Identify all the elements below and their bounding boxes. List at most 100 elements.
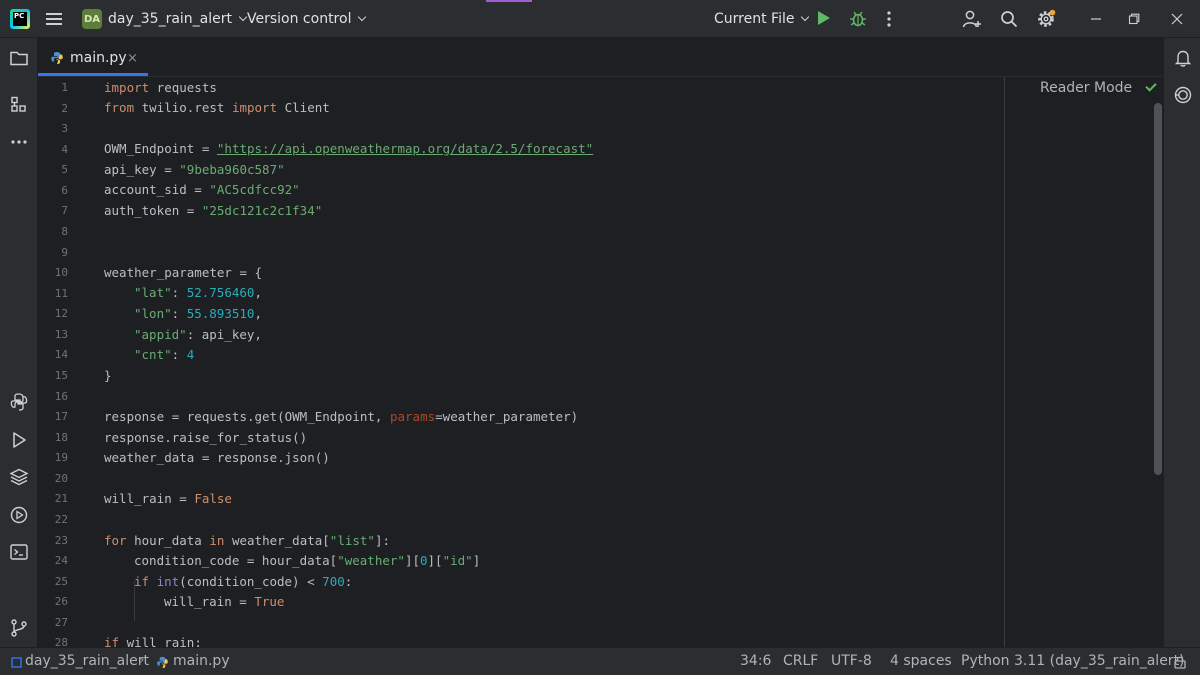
reader-mode-toggle[interactable]: Reader Mode [1040, 80, 1132, 96]
terminal-icon[interactable] [9, 542, 29, 562]
chevron-down-icon [238, 12, 248, 22]
editor-vertical-scrollbar[interactable] [1154, 103, 1162, 475]
pycharm-logo-icon[interactable]: PC [10, 9, 30, 29]
tab-label: main.py [70, 49, 127, 66]
line-number: 8 [61, 225, 68, 238]
close-icon [1171, 13, 1183, 25]
code-line: api_key = "9beba960c587" [104, 162, 285, 177]
python-file-icon [157, 656, 168, 669]
chevron-down-icon [801, 12, 810, 22]
tab-close-icon[interactable]: × [127, 51, 138, 66]
line-number-gutter: 1 2 3 4 5 6 7 8 9 10 11 12 13 14 15 16 1… [38, 77, 88, 647]
project-badge: DA [82, 9, 102, 29]
line-number: 16 [54, 390, 68, 403]
more-actions-button[interactable] [879, 9, 899, 29]
line-number: 22 [54, 513, 68, 526]
line-number: 5 [61, 163, 68, 176]
code-line: will_rain = True [164, 594, 285, 609]
restore-icon [1128, 13, 1140, 25]
python-interpreter[interactable]: Python 3.11 (day_35_rain_alert) [961, 653, 1185, 669]
code-line: OWM_Endpoint = "https://api.openweatherm… [104, 141, 594, 156]
search-button[interactable] [999, 9, 1019, 29]
code-line: response.raise_for_status() [104, 430, 308, 445]
line-number: 28 [54, 636, 68, 647]
debug-button[interactable] [848, 9, 868, 29]
code-line: response = requests.get(OWM_Endpoint, pa… [104, 409, 579, 424]
ai-assistant-icon[interactable] [1173, 85, 1193, 105]
line-number: 24 [54, 554, 68, 567]
code-line: } [104, 368, 112, 383]
line-number: 9 [61, 246, 68, 259]
hamburger-icon [46, 13, 62, 25]
right-tool-window-bar [1163, 38, 1200, 647]
title-bar: PC DA day_35_rain_alert Version control … [0, 0, 1200, 38]
close-window-button[interactable] [1167, 9, 1187, 29]
line-number: 11 [54, 287, 68, 300]
main-menu-button[interactable] [46, 0, 62, 38]
line-number: 3 [61, 122, 68, 135]
code-line: from twilio.rest import Client [104, 100, 330, 115]
run-configuration-selector[interactable]: Current File [714, 0, 810, 38]
window-accent-bar [486, 0, 532, 2]
module-icon [11, 657, 22, 668]
chevron-down-icon [358, 12, 367, 22]
run-configuration-label: Current File [714, 11, 795, 27]
line-separator[interactable]: CRLF [783, 653, 818, 669]
code-line: if will_rain: [104, 635, 202, 647]
project-selector[interactable]: day_35_rain_alert [108, 0, 248, 38]
run-icon[interactable] [818, 11, 830, 25]
line-number: 20 [54, 472, 68, 485]
services-icon[interactable] [9, 505, 29, 525]
left-tool-window-bar [0, 38, 38, 647]
caret-position[interactable]: 34:6 [740, 653, 771, 669]
version-control-label: Version control [247, 11, 352, 27]
folder-icon[interactable] [9, 48, 29, 68]
code-line: account_sid = "AC5cdfcc92" [104, 182, 300, 197]
python-console-icon[interactable] [9, 392, 29, 412]
line-number: 23 [54, 534, 68, 547]
lock-icon[interactable] [1173, 655, 1187, 669]
file-encoding[interactable]: UTF-8 [831, 653, 872, 669]
git-branch-icon[interactable] [9, 618, 29, 638]
right-margin-guide [1004, 77, 1005, 647]
line-number: 10 [54, 266, 68, 279]
line-number: 6 [61, 184, 68, 197]
code-line: import requests [104, 80, 217, 95]
more-tool-windows-icon[interactable] [9, 132, 29, 152]
active-tab-indicator [38, 73, 148, 76]
line-number: 15 [54, 369, 68, 382]
layers-icon[interactable] [9, 467, 29, 487]
structure-icon[interactable] [9, 95, 29, 115]
line-number: 27 [54, 616, 68, 629]
gear-icon [1038, 9, 1056, 27]
code-line: condition_code = hour_data["weather"][0]… [134, 553, 481, 568]
breadcrumb-project[interactable]: day_35_rain_alert [25, 653, 149, 669]
code-line: "cnt": 4 [134, 347, 195, 362]
run-tool-icon[interactable] [9, 430, 29, 450]
line-number: 17 [54, 410, 68, 423]
search-icon [1001, 11, 1018, 28]
line-number: 13 [54, 328, 68, 341]
code-line: "lat": 52.756460, [134, 285, 262, 300]
code-line: if int(condition_code) < 700: [134, 574, 353, 589]
code-editor[interactable]: 1 2 3 4 5 6 7 8 9 10 11 12 13 14 15 16 1… [38, 77, 1163, 647]
minimize-window-button[interactable] [1086, 9, 1106, 29]
code-line: will_rain = False [104, 491, 232, 506]
version-control-menu[interactable]: Version control [247, 0, 367, 38]
restore-window-button[interactable] [1124, 9, 1144, 29]
project-name: day_35_rain_alert [108, 11, 232, 27]
breadcrumb-file[interactable]: main.py [173, 653, 230, 669]
add-user-icon [962, 10, 981, 28]
notifications-bell-icon[interactable] [1173, 48, 1193, 68]
settings-button[interactable] [1036, 9, 1056, 29]
no-problems-check-icon[interactable] [1145, 80, 1157, 92]
line-number: 26 [54, 595, 68, 608]
code-line: weather_data = response.json() [104, 450, 330, 465]
code-with-me-button[interactable] [962, 9, 982, 29]
indent-setting[interactable]: 4 spaces [890, 653, 952, 669]
code-line: "appid": api_key, [134, 327, 262, 342]
line-number: 25 [54, 575, 68, 588]
line-number: 12 [54, 307, 68, 320]
line-number: 21 [54, 492, 68, 505]
line-number: 14 [54, 348, 68, 361]
